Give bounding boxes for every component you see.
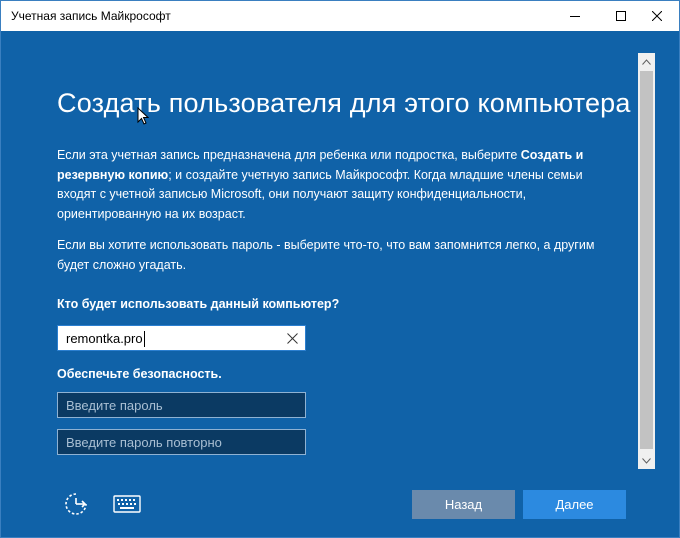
window-title: Учетная запись Майкрософт [11,9,171,23]
scroll-thumb[interactable] [640,71,653,449]
chevron-down-icon [642,457,651,464]
back-button[interactable]: Назад [412,490,515,519]
page-content: Создать пользователя для этого компьютер… [1,31,635,469]
security-label: Обеспечьте безопасность. [57,367,222,381]
description-text-start: Если эта учетная запись предназначена дл… [57,148,521,162]
text-caret [144,331,145,347]
next-button[interactable]: Далее [523,490,626,519]
accessibility-button[interactable] [62,490,92,518]
password-repeat-input[interactable]: Введите пароль повторно [57,429,306,455]
description-password: Если вы хотите использовать пароль - выб… [57,238,595,272]
who-label: Кто будет использовать данный компьютер? [57,297,340,311]
keyboard-icon [113,495,141,513]
clear-icon [286,332,298,344]
minimize-button[interactable] [552,1,598,31]
username-input[interactable]: remontka.pro [57,325,306,351]
password-input[interactable]: Введите пароль [57,392,306,418]
mouse-cursor-icon [137,107,149,125]
clear-button[interactable] [284,330,300,346]
on-screen-keyboard-button[interactable] [112,490,142,518]
ease-of-access-icon [65,493,87,515]
scroll-down-button[interactable] [638,452,655,469]
description-child: Если эта учетная запись предназначена дл… [57,146,617,224]
title-bar: Учетная запись Майкрософт [1,1,679,31]
close-button[interactable] [634,1,680,31]
close-icon [652,11,662,21]
password-repeat-placeholder: Введите пароль повторно [66,435,222,450]
minimize-icon [570,16,580,17]
maximize-icon [616,11,626,21]
username-value: remontka.pro [66,331,143,346]
password-placeholder: Введите пароль [66,398,163,413]
chevron-up-icon [642,58,651,65]
oobe-window: Учетная запись Майкрософт Создать пользо… [0,0,680,538]
scroll-up-button[interactable] [638,53,655,70]
vertical-scrollbar[interactable] [638,53,655,469]
